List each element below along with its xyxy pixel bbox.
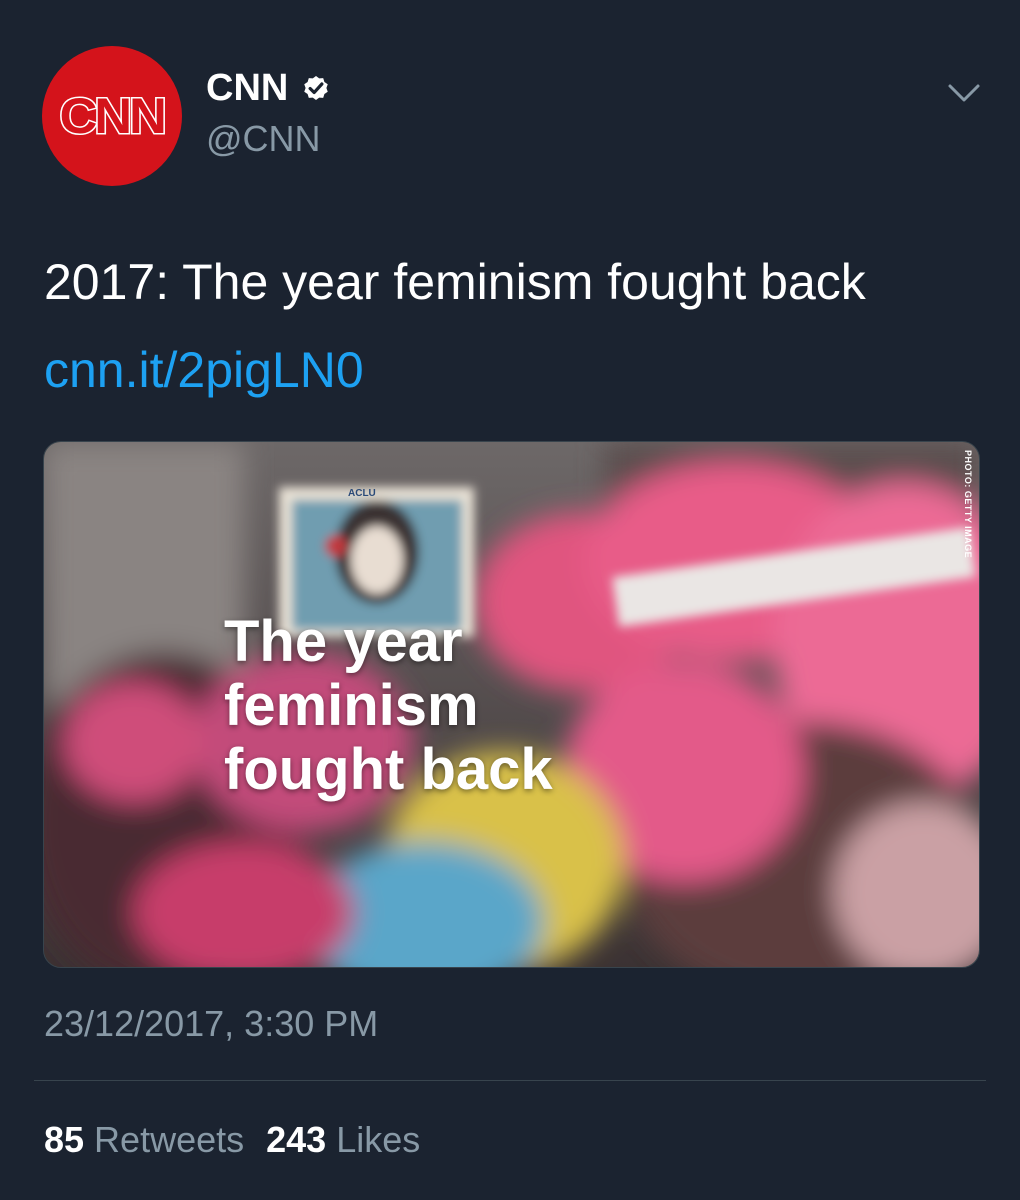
sign-label: ACLU: [348, 488, 376, 499]
photo-credit: PHOTO: GETTY IMAGE: [963, 450, 973, 559]
divider: [34, 1080, 986, 1081]
author-name-row: CNN: [206, 66, 332, 110]
likes-label: Likes: [336, 1119, 421, 1160]
media-headline-line: The year: [224, 609, 463, 674]
media-headline-line: feminism: [224, 673, 479, 738]
media-headline: The year feminism fought back: [224, 610, 553, 802]
media-card[interactable]: ACLU The year feminism fought back PHOTO…: [43, 441, 980, 968]
verified-badge-icon: [304, 76, 329, 100]
engagement-stats: 85 Retweets 243 Likes: [44, 1118, 420, 1162]
handle[interactable]: @CNN: [206, 118, 321, 160]
media-headline-line: fought back: [224, 737, 553, 802]
retweets-label: Retweets: [94, 1119, 245, 1160]
likes-stat[interactable]: 243 Likes: [266, 1119, 420, 1160]
retweets-stat[interactable]: 85 Retweets: [44, 1119, 244, 1160]
retweets-count: 85: [44, 1119, 85, 1160]
avatar[interactable]: CNN: [42, 46, 182, 186]
cnn-logo: CNN: [58, 87, 169, 146]
tweet-link[interactable]: cnn.it/2pigLN0: [44, 338, 364, 402]
tweet-text: 2017: The year feminism fought back: [44, 254, 866, 310]
timestamp[interactable]: 23/12/2017, 3:30 PM: [44, 1002, 378, 1046]
chevron-down-icon[interactable]: [944, 78, 984, 108]
tweet: CNN CNN @CNN 2017: The year feminism fou…: [0, 0, 1020, 1200]
likes-count: 243: [266, 1119, 327, 1160]
display-name[interactable]: CNN: [206, 66, 288, 110]
